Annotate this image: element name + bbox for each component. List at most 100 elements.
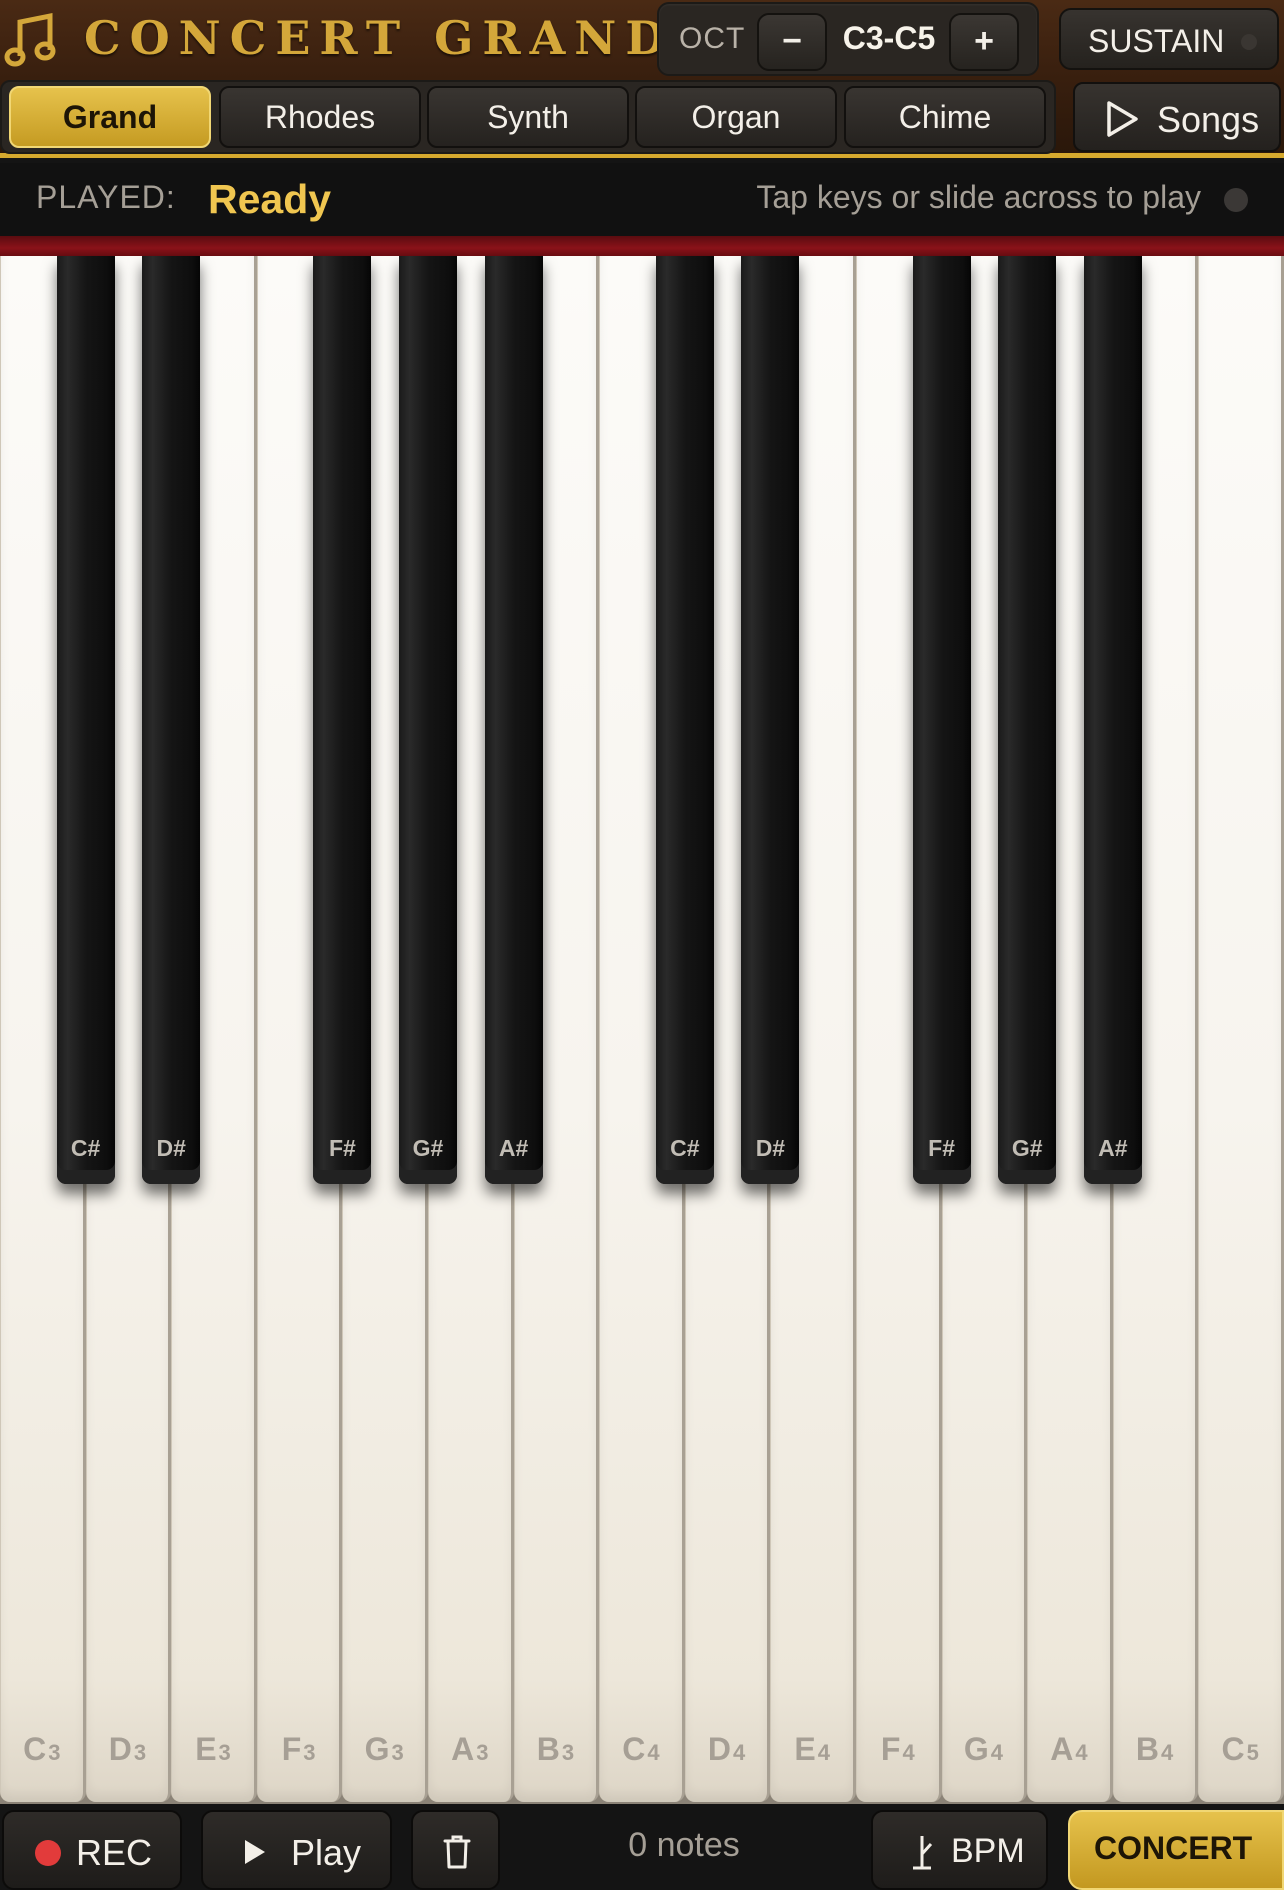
- black-key-label: G#: [1011, 1135, 1043, 1161]
- note-octave: 3: [476, 1740, 489, 1765]
- tab-synth[interactable]: Synth: [427, 86, 629, 148]
- clear-recording-button[interactable]: [411, 1810, 500, 1890]
- black-key-label: F#: [928, 1135, 956, 1161]
- note-letter: E: [794, 1731, 816, 1767]
- status-bar: PLAYED: Ready Tap keys or slide across t…: [0, 163, 1284, 236]
- note-octave: 4: [1075, 1740, 1088, 1765]
- white-key-label: C3: [1, 1731, 83, 1768]
- note-octave: 3: [561, 1740, 575, 1765]
- black-key-label: C#: [670, 1135, 700, 1161]
- concert-mode-button[interactable]: CONCERT: [1068, 1810, 1284, 1890]
- trash-icon: [443, 1835, 471, 1869]
- black-key-label: A#: [498, 1135, 529, 1161]
- white-key-label: G4: [943, 1731, 1025, 1768]
- note-letter: A: [451, 1731, 475, 1767]
- piano-keyboard: C3 D3 E3 F3 G3 A3 B3 C4 D4 E4 F4 G4 A4 B4 C5 C# D# F# G# A#…: [0, 256, 1284, 1804]
- note-letter: G: [963, 1731, 989, 1767]
- note-octave: 4: [902, 1740, 915, 1765]
- note-octave: 5: [1246, 1740, 1259, 1765]
- tab-chime[interactable]: Chime: [844, 86, 1046, 148]
- note-octave: 3: [303, 1740, 316, 1765]
- note-letter: F: [281, 1731, 302, 1767]
- metronome-button[interactable]: BPM: [871, 1810, 1048, 1890]
- play-icon: [245, 1840, 265, 1864]
- white-key-label: D3: [87, 1731, 169, 1768]
- songs-button[interactable]: Songs: [1073, 82, 1281, 152]
- note-letter: D: [707, 1731, 732, 1767]
- note-octave: 4: [817, 1740, 830, 1765]
- sustain-indicator: [1241, 34, 1257, 50]
- note-letter: D: [108, 1731, 132, 1767]
- tab-grand[interactable]: Grand: [9, 86, 211, 148]
- note-letter: C: [622, 1731, 646, 1767]
- black-key-c-sharp[interactable]: C#: [56, 256, 115, 1184]
- octave-control: OCT − C3-C5 +: [657, 2, 1039, 76]
- note-octave: 4: [990, 1740, 1003, 1765]
- octave-down-button[interactable]: −: [757, 13, 827, 71]
- white-key-label: D4: [686, 1731, 768, 1768]
- white-key-label: G3: [343, 1731, 425, 1768]
- black-key-g-sharp[interactable]: G#: [399, 256, 457, 1184]
- white-key-label: A4: [1028, 1731, 1110, 1768]
- header-bar: CONCERT GRAND OCT − C3-C5 + SUSTAIN Gran…: [0, 0, 1284, 158]
- white-key-label: B4: [1114, 1731, 1196, 1768]
- note-letter: E: [195, 1731, 217, 1767]
- white-key-label: E3: [172, 1731, 254, 1768]
- white-key-label: A3: [429, 1731, 511, 1768]
- black-key-c-sharp[interactable]: C#: [655, 256, 714, 1184]
- white-key-label: C4: [600, 1731, 682, 1768]
- app-title: CONCERT GRAND: [84, 11, 675, 65]
- note-octave: 3: [391, 1740, 404, 1765]
- black-key-label: F#: [328, 1135, 356, 1161]
- record-button[interactable]: REC: [2, 1810, 182, 1890]
- white-key-label: C5: [1199, 1731, 1281, 1768]
- note-octave: 3: [218, 1740, 231, 1765]
- octave-up-button[interactable]: +: [949, 13, 1019, 71]
- play-label: Play: [291, 1832, 362, 1873]
- black-key-label: D#: [156, 1135, 186, 1161]
- black-key-d-sharp[interactable]: D#: [142, 256, 201, 1184]
- note-octave: 4: [647, 1740, 660, 1765]
- note-letter: B: [1135, 1731, 1160, 1767]
- black-key-g-sharp[interactable]: G#: [998, 256, 1057, 1184]
- note-octave: 3: [48, 1740, 61, 1765]
- music-note-icon: [4, 12, 56, 67]
- played-label: PLAYED:: [36, 179, 176, 215]
- black-key-a-sharp[interactable]: A#: [484, 256, 543, 1184]
- tab-rhodes[interactable]: Rhodes: [219, 86, 421, 148]
- note-letter: F: [880, 1731, 901, 1767]
- black-key-label: D#: [755, 1135, 786, 1161]
- octave-range: C3-C5: [842, 20, 936, 56]
- note-letter: C: [1221, 1731, 1245, 1767]
- note-letter: C: [23, 1731, 47, 1767]
- metronome-icon: [913, 1836, 933, 1870]
- activity-indicator: [1224, 188, 1248, 212]
- sustain-toggle[interactable]: SUSTAIN: [1059, 8, 1279, 70]
- note-octave: 4: [733, 1740, 746, 1765]
- note-letter: G: [364, 1731, 390, 1767]
- black-key-f-sharp[interactable]: F#: [912, 256, 971, 1184]
- bpm-label: BPM: [951, 1832, 1025, 1870]
- key-felt-strip: [0, 236, 1284, 256]
- black-key-label: G#: [412, 1135, 444, 1161]
- songs-label: Songs: [1157, 99, 1260, 140]
- note-octave: 4: [1161, 1740, 1174, 1765]
- white-key-label: F3: [258, 1731, 340, 1768]
- played-note: Ready: [208, 176, 332, 222]
- play-recording-button[interactable]: Play: [201, 1810, 392, 1890]
- note-letter: A: [1050, 1731, 1074, 1767]
- black-key-a-sharp[interactable]: A#: [1083, 256, 1142, 1184]
- note-octave: 3: [133, 1740, 147, 1765]
- title-row: CONCERT GRAND OCT − C3-C5 + SUSTAIN: [0, 0, 1284, 78]
- black-key-label: A#: [1098, 1135, 1128, 1161]
- sustain-label: SUSTAIN: [1088, 23, 1225, 59]
- black-key-f-sharp[interactable]: F#: [313, 256, 372, 1184]
- black-key-d-sharp[interactable]: D#: [741, 256, 800, 1184]
- black-key-label: C#: [70, 1135, 101, 1161]
- record-label: REC: [76, 1832, 153, 1873]
- white-key-label: B3: [515, 1731, 597, 1768]
- tab-organ[interactable]: Organ: [635, 86, 837, 148]
- white-key-c5[interactable]: C5: [1198, 256, 1284, 1802]
- play-hint: Tap keys or slide across to play: [756, 179, 1201, 215]
- white-key-label: E4: [771, 1731, 853, 1768]
